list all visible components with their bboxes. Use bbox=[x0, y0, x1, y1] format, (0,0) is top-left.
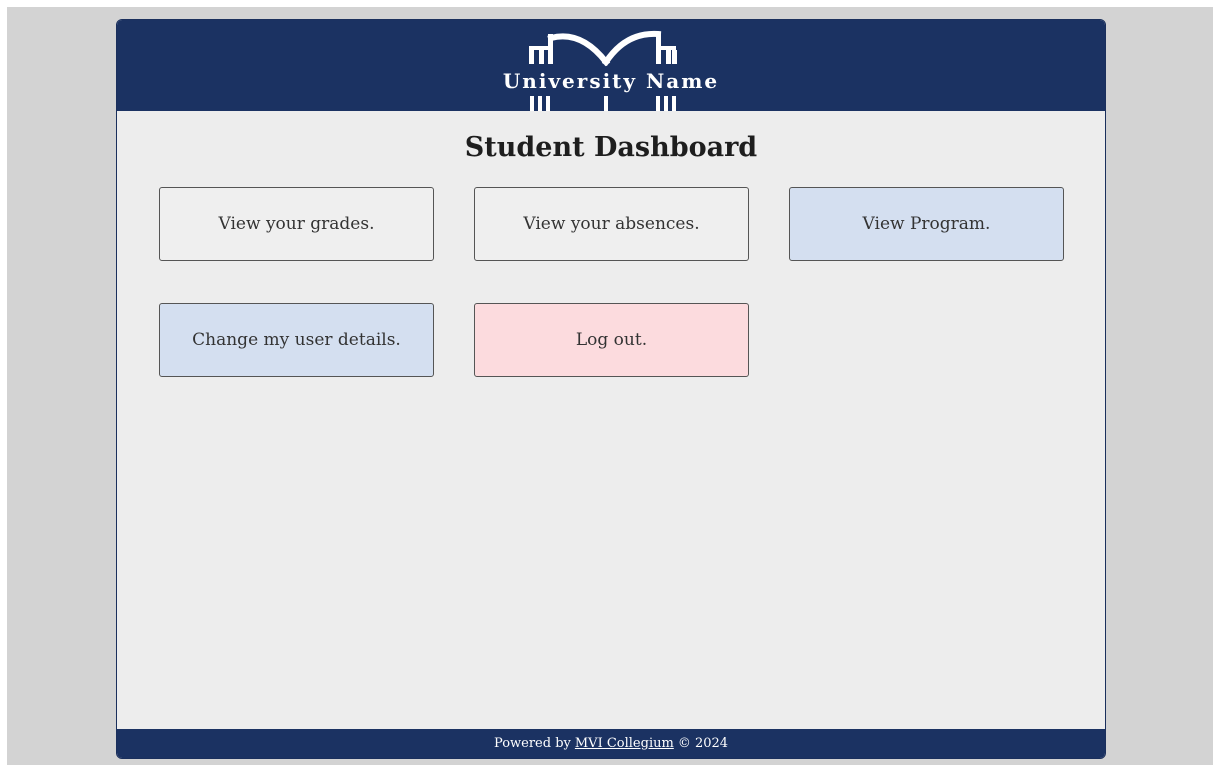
header: University Name bbox=[117, 20, 1105, 111]
view-grades-label: View your grades. bbox=[218, 214, 375, 234]
change-user-details-button[interactable]: Change my user details. bbox=[159, 303, 434, 377]
view-grades-button[interactable]: View your grades. bbox=[159, 187, 434, 261]
log-out-label: Log out. bbox=[575, 330, 648, 350]
view-program-button[interactable]: View Program. bbox=[789, 187, 1064, 261]
app-frame: University Name Student Dashboard View y… bbox=[116, 19, 1106, 759]
footer: Powered by MVI Collegium © 2024 bbox=[117, 729, 1105, 758]
log-out-button[interactable]: Log out. bbox=[474, 303, 749, 377]
footer-prefix: Powered by bbox=[493, 736, 571, 751]
page-title: Student Dashboard bbox=[464, 132, 758, 163]
view-absences-button[interactable]: View your absences. bbox=[474, 187, 749, 261]
footer-suffix: © 2024 bbox=[677, 736, 729, 751]
view-absences-label: View your absences. bbox=[523, 214, 700, 234]
footer-link[interactable]: MVI Collegium bbox=[575, 736, 674, 751]
change-user-details-label: Change my user details. bbox=[192, 330, 401, 350]
view-program-label: View Program. bbox=[862, 214, 991, 234]
university-logo-icon bbox=[529, 30, 677, 111]
logo-text: University Name bbox=[502, 69, 720, 93]
